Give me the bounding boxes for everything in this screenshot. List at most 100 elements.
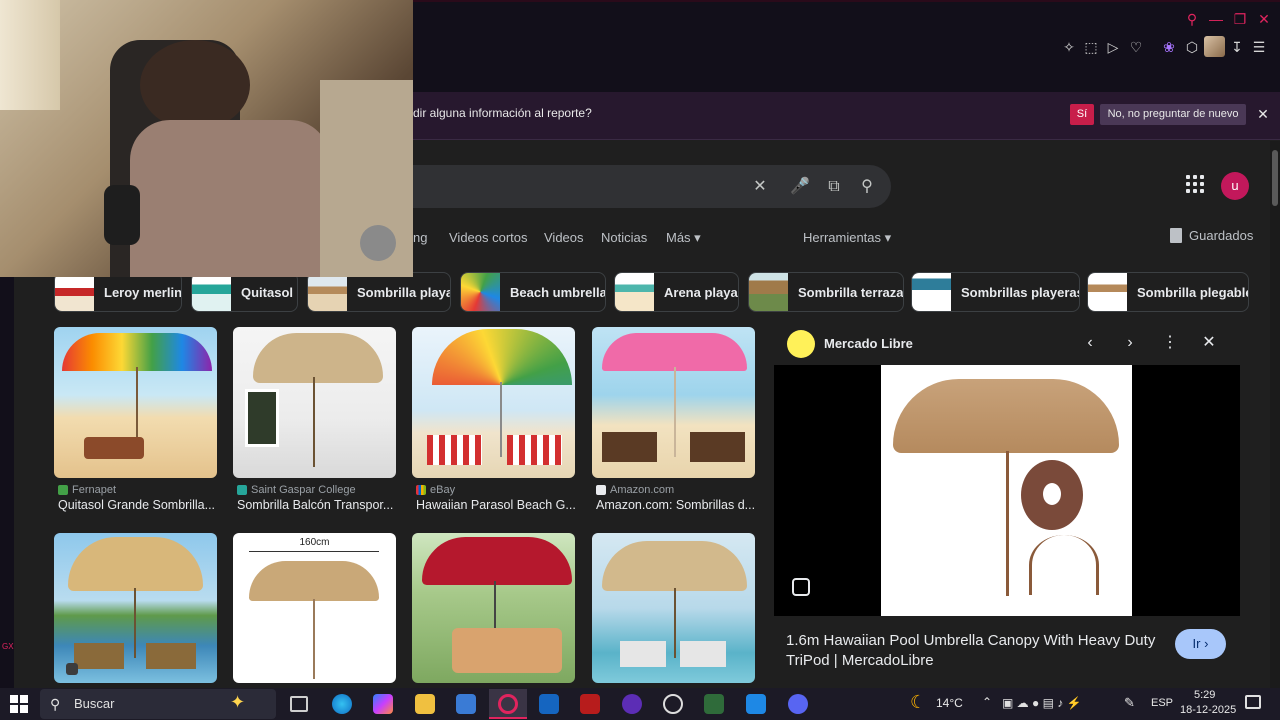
preview-image[interactable] xyxy=(881,365,1132,616)
dimension-label: 160cm xyxy=(299,537,330,548)
result-image[interactable] xyxy=(592,533,755,683)
chip-label: Quitasol xyxy=(241,284,294,300)
tab-short-videos[interactable]: Videos cortos xyxy=(449,230,528,245)
tab-news[interactable]: Noticias xyxy=(601,230,647,245)
result-title[interactable]: Hawaiian Parasol Beach G... xyxy=(416,498,581,512)
chip-thumbnail xyxy=(308,273,347,311)
windows-start-icon[interactable] xyxy=(10,695,28,713)
result-image[interactable] xyxy=(412,327,575,478)
app-icon[interactable] xyxy=(622,694,642,714)
result-image[interactable] xyxy=(592,327,755,478)
chip-thumbnail xyxy=(912,273,951,311)
tab-videos[interactable]: Videos xyxy=(544,230,584,245)
chip-sombrilla-playa[interactable]: Sombrilla playa xyxy=(307,272,451,312)
chip-label: Sombrilla playa xyxy=(357,284,451,300)
dont-ask-again-button[interactable]: No, no preguntar de nuevo xyxy=(1100,104,1246,125)
pin-icon[interactable]: ✧ xyxy=(1060,38,1078,56)
extensions-icon[interactable]: ⬡ xyxy=(1183,38,1201,56)
microphone-icon[interactable]: 🎤 xyxy=(789,176,811,198)
result-source-label: Fernapet xyxy=(72,484,117,496)
favicon-icon xyxy=(237,485,247,495)
edge-icon[interactable] xyxy=(332,694,352,714)
result-image[interactable] xyxy=(412,533,575,683)
result-source: Saint Gaspar College xyxy=(237,484,356,496)
result-image[interactable] xyxy=(54,327,217,478)
visual-search-icon[interactable] xyxy=(792,578,810,596)
app-icon[interactable] xyxy=(746,694,766,714)
menu-icon[interactable]: ☰ xyxy=(1250,38,1268,56)
snapshot-icon[interactable]: ⬚ xyxy=(1082,38,1100,56)
more-options-icon[interactable]: ⋮ xyxy=(1160,334,1180,352)
yes-button[interactable]: Sí xyxy=(1070,104,1094,125)
tab-more[interactable]: Más ▾ xyxy=(666,230,701,246)
heart-icon[interactable]: ♡ xyxy=(1127,38,1145,56)
outlook-icon[interactable] xyxy=(539,694,559,714)
result-source: Fernapet xyxy=(58,484,116,496)
steam-icon[interactable] xyxy=(663,694,683,714)
chip-arena-playa[interactable]: Arena playa xyxy=(614,272,739,312)
saved-link[interactable]: Guardados xyxy=(1189,228,1253,243)
result-title[interactable]: Amazon.com: Sombrillas d... xyxy=(596,498,761,512)
chip-thumbnail xyxy=(749,273,788,311)
search-icon[interactable]: ⚲ xyxy=(856,176,878,198)
user-avatar[interactable]: u xyxy=(1221,172,1249,200)
go-button[interactable]: Ir › xyxy=(1175,629,1226,659)
copilot-icon[interactable] xyxy=(373,694,393,714)
chip-beach-umbrella[interactable]: Beach umbrella xyxy=(460,272,606,312)
ai-icon[interactable]: ❀ xyxy=(1160,38,1178,56)
netflix-icon[interactable] xyxy=(580,694,600,714)
chevron-up-icon[interactable]: ⌃ xyxy=(982,695,992,709)
close-panel-icon[interactable]: ✕ xyxy=(1199,334,1219,352)
chip-sombrilla-terraza[interactable]: Sombrilla terraza xyxy=(748,272,904,312)
panel-site-name[interactable]: Mercado Libre xyxy=(824,336,913,351)
chip-sombrilla-plegable[interactable]: Sombrilla plegable xyxy=(1087,272,1249,312)
result-title[interactable]: Quitasol Grande Sombrilla... xyxy=(58,498,223,512)
player-icon[interactable]: ▷ xyxy=(1104,38,1122,56)
opera-gx-icon[interactable] xyxy=(498,694,518,714)
profile-avatar[interactable] xyxy=(1204,36,1225,57)
result-image[interactable] xyxy=(233,327,396,478)
store-icon[interactable] xyxy=(456,694,476,714)
clock-date[interactable]: 18-12-2025 xyxy=(1180,704,1236,716)
pen-icon[interactable]: ✎ xyxy=(1124,695,1135,711)
clear-search-icon[interactable]: ✕ xyxy=(749,176,771,198)
minimize-icon[interactable]: — xyxy=(1206,10,1226,28)
scrollbar-thumb[interactable] xyxy=(1272,150,1278,206)
chip-label: Beach umbrella xyxy=(510,284,606,300)
clock-time[interactable]: 5:29 xyxy=(1194,689,1215,701)
notifications-icon[interactable] xyxy=(1245,695,1261,709)
tab-shopping[interactable]: ng xyxy=(413,230,427,245)
lens-camera-icon[interactable]: ⧉ xyxy=(823,176,845,198)
apps-grid-icon[interactable] xyxy=(1186,175,1208,197)
next-icon[interactable]: › xyxy=(1120,334,1140,352)
task-view-icon[interactable] xyxy=(290,696,308,712)
discord-icon[interactable] xyxy=(788,694,808,714)
file-explorer-icon[interactable] xyxy=(415,694,435,714)
result-image[interactable] xyxy=(54,533,217,683)
tray-icons[interactable]: ▣ ☁ ● ▤ ♪ ⚡ xyxy=(1002,696,1082,710)
result-image[interactable]: 160cm xyxy=(233,533,396,683)
scrollbar[interactable] xyxy=(1270,141,1280,688)
weather-temperature[interactable]: 14°C xyxy=(936,696,963,710)
tools-button[interactable]: Herramientas ▾ xyxy=(803,230,891,246)
download-icon[interactable]: ↧ xyxy=(1228,38,1246,56)
copilot-sparkle-icon: ✦ xyxy=(230,692,246,712)
chip-leroy-merlin[interactable]: Leroy merlin xyxy=(54,272,182,312)
previous-icon[interactable]: ‹ xyxy=(1080,334,1100,352)
close-window-icon[interactable]: ✕ xyxy=(1254,10,1274,28)
gx-icon[interactable]: GX xyxy=(2,642,14,651)
result-source: Amazon.com xyxy=(596,484,674,496)
close-icon[interactable]: ✕ xyxy=(1254,104,1272,125)
search-tabs-icon[interactable]: ⚲ xyxy=(1182,10,1202,28)
maximize-icon[interactable]: ❐ xyxy=(1230,10,1250,28)
result-source-label: Saint Gaspar College xyxy=(251,484,356,496)
result-title[interactable]: Sombrilla Balcón Transpor... xyxy=(237,498,402,512)
panel-title[interactable]: 1.6m Hawaiian Pool Umbrella Canopy With … xyxy=(786,631,1166,671)
language-indicator[interactable]: ESP xyxy=(1151,697,1173,709)
ebay-icon xyxy=(416,485,426,495)
chip-quitasol[interactable]: Quitasol xyxy=(191,272,298,312)
app-icon[interactable] xyxy=(704,694,724,714)
bookmark-icon[interactable] xyxy=(1170,228,1182,243)
info-bar-text: dir alguna información al reporte? xyxy=(413,106,592,120)
chip-sombrillas-playeras[interactable]: Sombrillas playeras xyxy=(911,272,1080,312)
